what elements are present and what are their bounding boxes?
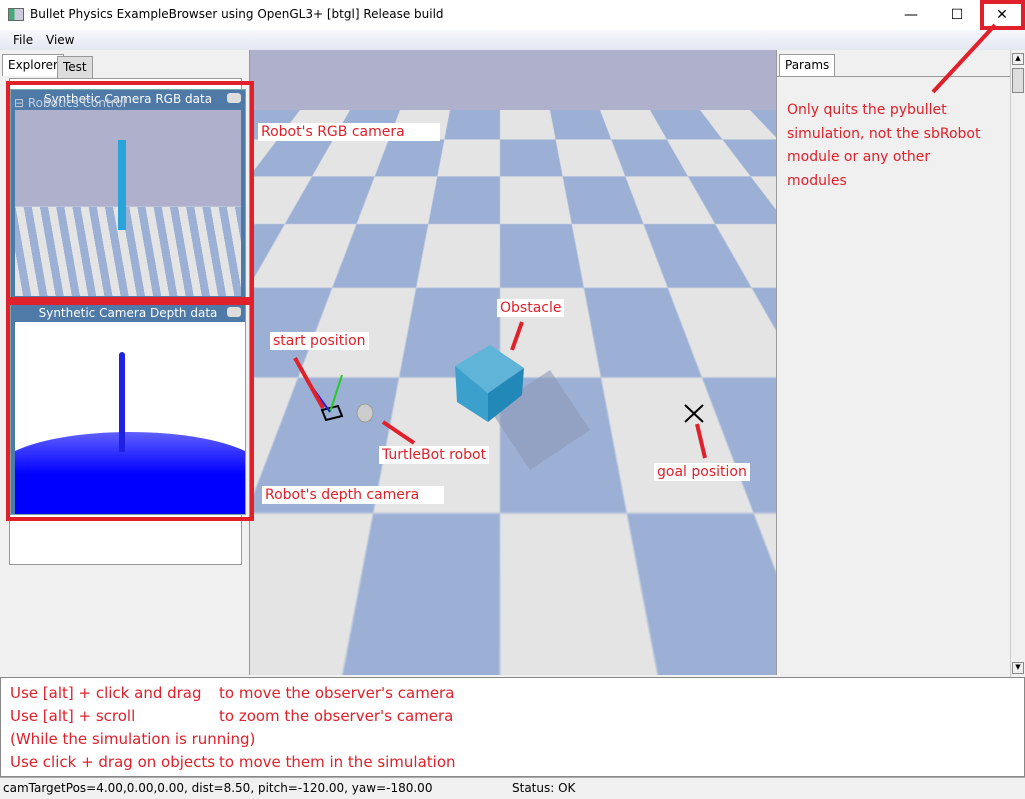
menu-bar: File View (0, 30, 1025, 50)
app-icon (8, 8, 24, 21)
tab-explorer[interactable]: Explorer (2, 54, 64, 76)
menu-file[interactable]: File (13, 33, 33, 47)
turtlebot-robot (356, 403, 374, 423)
help-action: (While the simulation is running) (10, 730, 256, 748)
tab-test[interactable]: Test (57, 56, 93, 78)
help-effect: to move them in the simulation (219, 753, 456, 771)
quit-annotation: Only quits the pybullet simulation, not … (787, 102, 981, 189)
tab-params[interactable]: Params (779, 54, 836, 76)
turtlebot-annotation: TurtleBot robot (379, 446, 490, 464)
status-bar: camTargetPos=4.00,0.00,0.00, dist=8.50, … (0, 777, 1025, 799)
rgb-camera-annotation: Robot's RGB camera (258, 123, 440, 141)
menu-view[interactable]: View (46, 33, 74, 47)
close-highlight (980, 0, 1025, 30)
tree-item-robotics-control[interactable]: ⊟ Robotics Control (14, 96, 126, 110)
status-text: Status: OK (512, 781, 576, 795)
help-text-area: Use [alt] + click and drag to move the o… (0, 677, 1025, 777)
obstacle-annotation: Obstacle (497, 299, 565, 317)
maximize-button[interactable]: ☐ (934, 0, 980, 30)
minimize-button[interactable]: — (888, 0, 934, 30)
camera-readout: camTargetPos=4.00,0.00,0.00, dist=8.50, … (3, 781, 433, 795)
window-title: Bullet Physics ExampleBrowser using Open… (30, 7, 444, 21)
help-effect: to zoom the observer's camera (219, 707, 454, 725)
help-effect: to move the observer's camera (219, 684, 455, 702)
axis-z (311, 386, 331, 413)
help-action: Use [alt] + click and drag (10, 684, 202, 702)
scene-objects (311, 345, 704, 470)
depth-camera-annotation: Robot's depth camera (262, 486, 444, 504)
start-annotation: start position (270, 332, 369, 350)
3d-viewport[interactable] (250, 50, 776, 675)
rgb-camera-highlight (6, 81, 254, 301)
help-action: Use click + drag on objects (10, 753, 216, 771)
help-action: Use [alt] + scroll (10, 707, 136, 725)
depth-camera-highlight (6, 301, 254, 521)
title-bar: Bullet Physics ExampleBrowser using Open… (0, 0, 1025, 30)
params-scrollbar[interactable]: ▲ ▼ (1010, 50, 1025, 677)
goal-annotation: goal position (654, 463, 750, 481)
